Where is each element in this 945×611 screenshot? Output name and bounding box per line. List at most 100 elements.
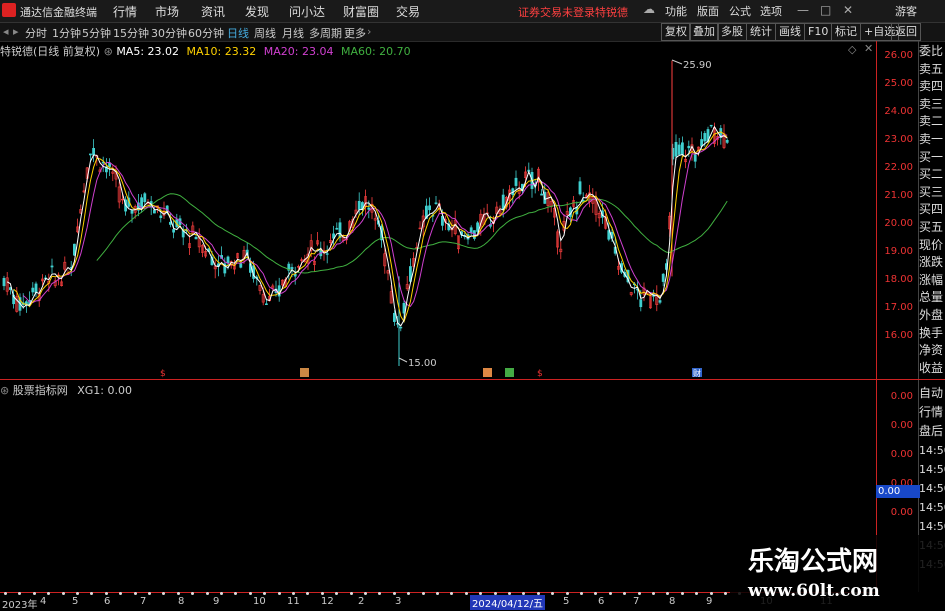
- close-chart-icon[interactable]: ✕: [864, 42, 873, 55]
- marker-report-2: [483, 368, 492, 377]
- menu-options[interactable]: 选项: [760, 3, 782, 19]
- stats-button[interactable]: 统计: [746, 23, 776, 41]
- side-row: 14:50: [919, 463, 945, 476]
- period-more[interactable]: 更多: [344, 25, 366, 41]
- nav-right-icon[interactable]: ▸: [13, 25, 19, 38]
- axis-tick: [508, 592, 511, 595]
- period-60min[interactable]: 60分钟: [188, 25, 224, 41]
- menu-function[interactable]: 功能: [665, 3, 687, 19]
- candle-body: [89, 153, 92, 156]
- axis-tick: [608, 592, 612, 595]
- cloud-icon[interactable]: ☁: [643, 2, 655, 16]
- order-row: 卖一: [919, 131, 944, 146]
- menu-wealth[interactable]: 财富圈: [343, 3, 379, 20]
- draw-button[interactable]: 画线: [775, 23, 805, 41]
- maximize-icon[interactable]: □: [820, 3, 831, 17]
- axis-tick: [32, 592, 36, 595]
- period-5min[interactable]: 5分钟: [82, 25, 111, 41]
- candle-body: [725, 140, 729, 143]
- login-notice[interactable]: 证券交易未登录: [518, 4, 595, 20]
- candle-body: [428, 205, 432, 211]
- period-1min[interactable]: 1分钟: [52, 25, 81, 41]
- menu-ask[interactable]: 问小达: [289, 3, 325, 20]
- menu-layout[interactable]: 版面: [697, 3, 719, 19]
- order-row: 收益: [919, 360, 944, 375]
- period-monthly[interactable]: 月线: [282, 25, 304, 41]
- candle-body: [50, 265, 54, 268]
- candle-body: [290, 267, 294, 270]
- period-15min[interactable]: 15分钟: [113, 25, 149, 41]
- candle-body: [169, 221, 172, 225]
- menu-quotes[interactable]: 行情: [113, 3, 137, 20]
- chevron-right-icon[interactable]: ›: [367, 25, 371, 38]
- candle-body: [514, 177, 518, 186]
- menu-discover[interactable]: 发现: [245, 3, 269, 20]
- overlay-button[interactable]: 叠加: [689, 23, 719, 41]
- marker-report-3: [505, 368, 514, 377]
- kline-chart[interactable]: 25.90 15.00 $ $ 财: [0, 41, 877, 379]
- period-tick[interactable]: 分时: [25, 25, 47, 41]
- candle-body: [172, 229, 176, 233]
- marker-dividend-2: $: [537, 369, 543, 379]
- axis-tick: [176, 592, 180, 595]
- candle-body: [434, 202, 438, 204]
- candle-body: [239, 263, 243, 268]
- mark-button[interactable]: 标记: [831, 23, 861, 41]
- indicator-tick: 0.00: [890, 391, 913, 402]
- marker-finance-label: 财: [693, 368, 701, 378]
- candle-body: [540, 193, 544, 196]
- axis-tick: [320, 592, 324, 595]
- guest-label[interactable]: 游客: [895, 3, 917, 19]
- watermark-cn: 乐淘公式网: [748, 547, 879, 577]
- menu-market[interactable]: 市场: [155, 3, 179, 20]
- menu-trade[interactable]: 交易: [396, 3, 420, 20]
- axis-tick: [709, 592, 713, 595]
- ma60-line: [96, 193, 728, 274]
- indicator-current-value: 0.00: [876, 485, 920, 498]
- price-tick: 20.00: [884, 218, 913, 229]
- f10-button[interactable]: F10: [804, 23, 833, 41]
- ma5-legend: MA5: 23.02: [116, 45, 180, 58]
- time-axis-label: 3: [395, 596, 402, 607]
- multi-stock-button[interactable]: 多股: [717, 23, 747, 41]
- close-icon[interactable]: ✕: [843, 3, 853, 17]
- indicator-name[interactable]: 股票指标网: [13, 384, 68, 397]
- pane-separator[interactable]: [0, 379, 945, 380]
- price-tick: 21.00: [884, 190, 913, 201]
- period-weekly[interactable]: 周线: [254, 25, 276, 41]
- menu-formula[interactable]: 公式: [729, 3, 751, 19]
- order-row: 买四: [919, 202, 944, 217]
- time-axis-label: 7: [140, 596, 147, 607]
- diamond-icon[interactable]: ◇: [848, 43, 856, 56]
- menu-news[interactable]: 资讯: [201, 3, 225, 20]
- axis-tick: [637, 592, 641, 595]
- axis-tick: [493, 592, 497, 595]
- fuquan-button[interactable]: 复权: [661, 23, 691, 41]
- back-button[interactable]: 返回: [891, 23, 921, 41]
- axis-tick: [104, 592, 108, 595]
- minimize-icon[interactable]: —: [797, 3, 809, 17]
- axis-tick: [205, 592, 209, 595]
- period-30min[interactable]: 30分钟: [151, 25, 187, 41]
- candle-body: [680, 142, 684, 155]
- period-multi[interactable]: 多周期: [309, 25, 342, 41]
- indicator-value: XG1: 0.00: [77, 384, 132, 397]
- price-tick: 26.00: [884, 50, 913, 61]
- candle-body: [143, 193, 147, 203]
- indicator-settings-icon[interactable]: ⊛: [0, 384, 13, 397]
- axis-tick: [392, 592, 396, 595]
- order-row: 委比: [919, 44, 944, 58]
- axis-tick: [580, 592, 583, 595]
- time-axis-label: 10: [253, 596, 266, 607]
- axis-tick: [277, 592, 281, 595]
- candle-body: [693, 154, 697, 162]
- axis-tick: [133, 592, 137, 595]
- stock-legend-name[interactable]: 特锐德(日线 前复权): [0, 45, 100, 58]
- axis-tick: [349, 592, 353, 595]
- axis-tick: [536, 592, 540, 595]
- period-daily[interactable]: 日线: [227, 25, 249, 41]
- nav-left-icon[interactable]: ◂: [3, 25, 9, 38]
- settings-icon[interactable]: ⊛: [104, 45, 117, 58]
- candle-body: [31, 287, 35, 293]
- ma-legend: 特锐德(日线 前复权) ⊛ MA5: 23.02 MA10: 23.32 MA2…: [0, 43, 411, 58]
